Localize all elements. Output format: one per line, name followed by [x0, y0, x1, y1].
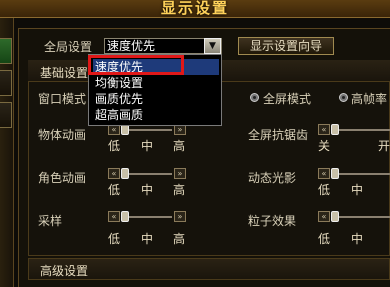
advanced-settings-tab[interactable]: 高级设置: [40, 262, 88, 279]
tick-mid: 中: [351, 183, 364, 197]
selection-highlight-box: [88, 55, 184, 75]
tick-low: 低: [318, 183, 331, 197]
tick-on: 开: [378, 139, 390, 153]
tick-mid: 中: [141, 139, 154, 153]
tick-low: 低: [108, 183, 121, 197]
tick-high: 高: [173, 139, 186, 153]
slider-track-fsaa[interactable]: [332, 129, 390, 131]
slider-knob-char-anim[interactable]: [121, 168, 129, 179]
chevron-left-icon[interactable]: «: [108, 168, 120, 179]
side-tab-button-2[interactable]: [0, 70, 12, 96]
chevron-left-icon[interactable]: «: [318, 124, 330, 135]
slider-label-fsaa: 全屏抗锯齿: [248, 128, 309, 142]
tick-mid: 中: [141, 183, 154, 197]
tick-low: 低: [318, 232, 331, 246]
tick-mid: 中: [141, 232, 154, 246]
tick-high: 高: [173, 183, 186, 197]
slider-label-sampling: 采样: [38, 214, 63, 228]
chevron-left-icon[interactable]: «: [318, 211, 330, 222]
side-tab-button-1[interactable]: [0, 38, 12, 64]
slider-label-object-anim: 物体动画: [38, 128, 87, 142]
slider-track-char-anim[interactable]: [122, 173, 172, 175]
chevron-left-icon[interactable]: «: [318, 168, 330, 179]
slider-knob-particles[interactable]: [331, 211, 339, 222]
window-mode-label: 窗口模式: [38, 92, 87, 106]
slider-track-particles[interactable]: [332, 216, 390, 218]
chevron-down-icon[interactable]: ▼: [204, 38, 221, 54]
radio-fullscreen[interactable]: [250, 93, 259, 102]
slider-knob-fsaa[interactable]: [331, 124, 339, 135]
tick-high: 高: [173, 232, 186, 246]
chevron-right-icon[interactable]: »: [174, 168, 186, 179]
tick-low: 低: [108, 232, 121, 246]
global-setting-value: 速度优先: [107, 39, 156, 53]
slider-label-particles: 粒子效果: [248, 214, 297, 228]
slider-track-sampling[interactable]: [122, 216, 172, 218]
option-balanced[interactable]: 均衡设置: [93, 75, 219, 91]
radio-fullscreen-label: 全屏模式: [263, 92, 312, 106]
slider-label-char-anim: 角色动画: [38, 171, 87, 185]
radio-high-framerate-label: 高帧率: [351, 92, 388, 106]
basic-settings-tab[interactable]: 基础设置: [40, 64, 88, 81]
radio-high-framerate[interactable]: [339, 93, 348, 102]
window-title: 显示设置: [160, 0, 229, 17]
tick-low: 低: [108, 139, 121, 153]
slider-track-dynamic-light[interactable]: [332, 173, 390, 175]
tick-mid: 中: [351, 232, 364, 246]
display-wizard-button[interactable]: 显示设置向导: [238, 37, 334, 55]
slider-knob-sampling[interactable]: [121, 211, 129, 222]
slider-track-object-anim[interactable]: [122, 129, 172, 131]
chevron-left-icon[interactable]: «: [108, 211, 120, 222]
global-setting-label: 全局设置: [44, 40, 93, 54]
side-tab-button-3[interactable]: [0, 102, 12, 128]
left-frame: [0, 18, 14, 287]
chevron-right-icon[interactable]: »: [174, 211, 186, 222]
slider-knob-dynamic-light[interactable]: [331, 168, 339, 179]
option-quality-priority[interactable]: 画质优先: [93, 91, 219, 107]
option-ultra-quality[interactable]: 超高画质: [93, 107, 219, 123]
slider-label-dynamic-light: 动态光影: [248, 171, 297, 185]
tick-off: 关: [318, 139, 331, 153]
